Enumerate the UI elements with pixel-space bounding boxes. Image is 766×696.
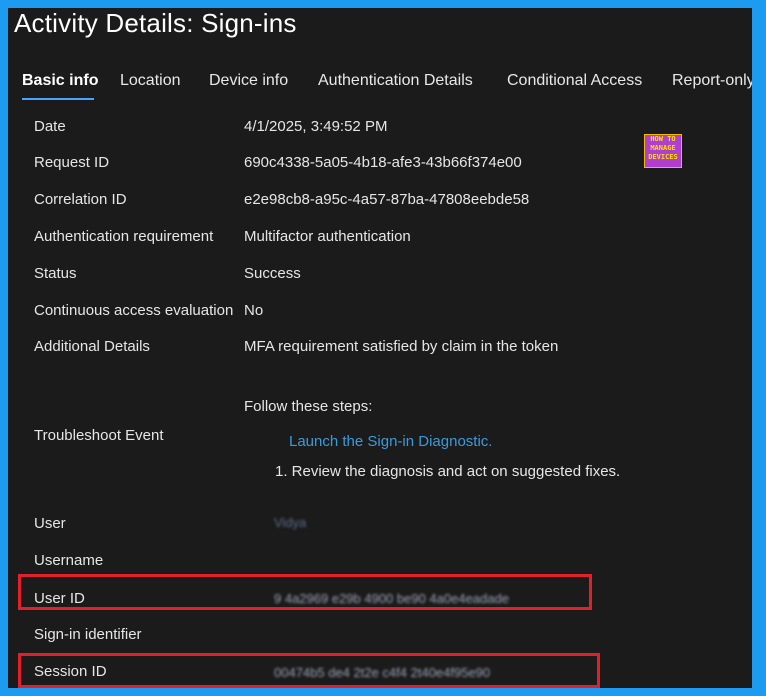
tab-device-info[interactable]: Device info	[209, 72, 288, 90]
authentication-requirement-value: Multifactor authentication	[244, 228, 411, 245]
sign-in-identifier-label: Sign-in identifier	[34, 626, 142, 643]
authentication-requirement-label: Authentication requirement	[34, 228, 214, 245]
date-label: Date	[34, 118, 66, 135]
user-id-label: User ID	[34, 590, 85, 607]
troubleshoot-intro: Follow these steps:	[244, 398, 373, 415]
tab-bar: Basic info Location Device info Authenti…	[8, 68, 752, 104]
user-label: User	[34, 515, 66, 532]
troubleshoot-step-1: 1. Review the diagnosis and act on sugge…	[275, 463, 621, 480]
additional-details-label: Additional Details	[34, 338, 150, 355]
tab-basic-info[interactable]: Basic info	[22, 72, 98, 90]
date-value: 4/1/2025, 3:49:52 PM	[244, 118, 388, 135]
request-id-value: 690c4338-5a05-4b18-afe3-43b66f374e00	[244, 154, 522, 171]
active-tab-indicator	[22, 98, 94, 100]
correlation-id-value: e2e98cb8-a95c-4a57-87ba-47808eebde58	[244, 191, 530, 208]
how-to-manage-devices-logo: HOW TO MANAGE DEVICES	[644, 134, 682, 168]
session-id-value: 00474b5 de4 2t2e c4f4 2t40e4f95e90	[274, 665, 491, 680]
sign-in-details-panel: Activity Details: Sign-ins Basic info Lo…	[8, 8, 752, 688]
session-id-label: Session ID	[34, 663, 107, 680]
correlation-id-label: Correlation ID	[34, 191, 127, 208]
user-value-link[interactable]: Vidya	[274, 515, 306, 530]
tab-location[interactable]: Location	[120, 72, 181, 90]
continuous-access-evaluation-value: No	[244, 302, 264, 319]
continuous-access-evaluation-label: Continuous access evaluation	[34, 302, 234, 319]
launch-sign-in-diagnostic-link[interactable]: Launch the Sign-in Diagnostic.	[289, 433, 492, 450]
tab-conditional-access[interactable]: Conditional Access	[507, 72, 642, 90]
additional-details-value: MFA requirement satisfied by claim in th…	[244, 338, 559, 355]
request-id-label: Request ID	[34, 154, 110, 171]
username-label: Username	[34, 552, 104, 569]
tab-authentication-details[interactable]: Authentication Details	[318, 72, 473, 90]
user-id-value: 9 4a2969 e29b 4900 be90 4a0e4eadade	[274, 591, 509, 606]
page-title: Activity Details: Sign-ins	[14, 8, 297, 38]
status-label: Status	[34, 265, 77, 282]
status-value: Success	[244, 265, 301, 282]
troubleshoot-event-label: Troubleshoot Event	[34, 427, 164, 444]
tab-report-only[interactable]: Report-only	[672, 72, 752, 90]
